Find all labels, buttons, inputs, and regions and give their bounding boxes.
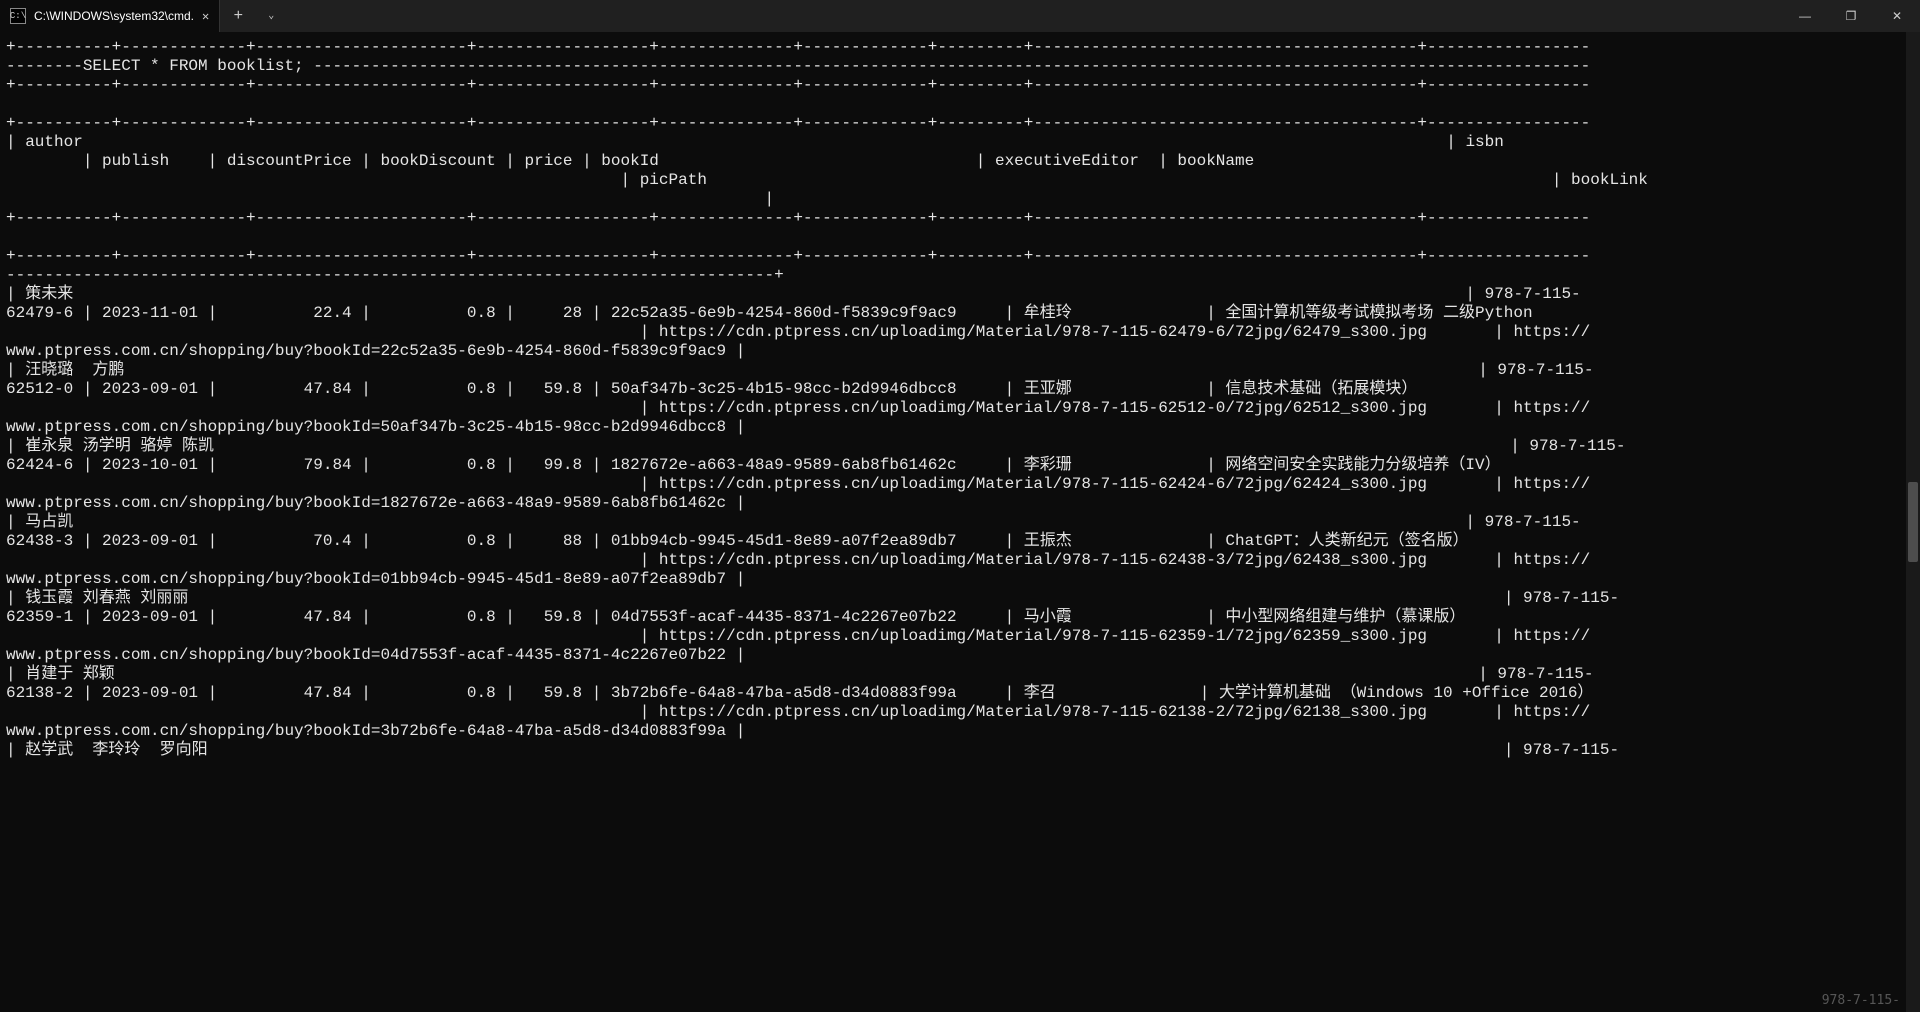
- tab-close-icon[interactable]: ✕: [202, 9, 209, 24]
- tab-dropdown-icon[interactable]: ⌄: [256, 0, 286, 32]
- new-tab-button[interactable]: +: [220, 0, 256, 32]
- terminal-output: +----------+-------------+--------------…: [6, 38, 1914, 760]
- tab-title: C:\WINDOWS\system32\cmd.: [34, 9, 194, 23]
- titlebar: C:\ C:\WINDOWS\system32\cmd. ✕ + ⌄ — ❐ ✕: [0, 0, 1920, 32]
- maximize-button[interactable]: ❐: [1828, 0, 1874, 32]
- titlebar-drag-region: [286, 0, 1782, 32]
- watermark-text: 978-7-115-: [1822, 993, 1900, 1008]
- terminal-viewport[interactable]: +----------+-------------+--------------…: [0, 32, 1920, 1012]
- scrollbar-thumb[interactable]: [1908, 482, 1918, 562]
- cmd-icon: C:\: [10, 8, 26, 24]
- minimize-button[interactable]: —: [1782, 0, 1828, 32]
- scrollbar-vertical[interactable]: [1906, 32, 1920, 1012]
- tab-cmd[interactable]: C:\ C:\WINDOWS\system32\cmd. ✕: [0, 0, 220, 32]
- close-button[interactable]: ✕: [1874, 0, 1920, 32]
